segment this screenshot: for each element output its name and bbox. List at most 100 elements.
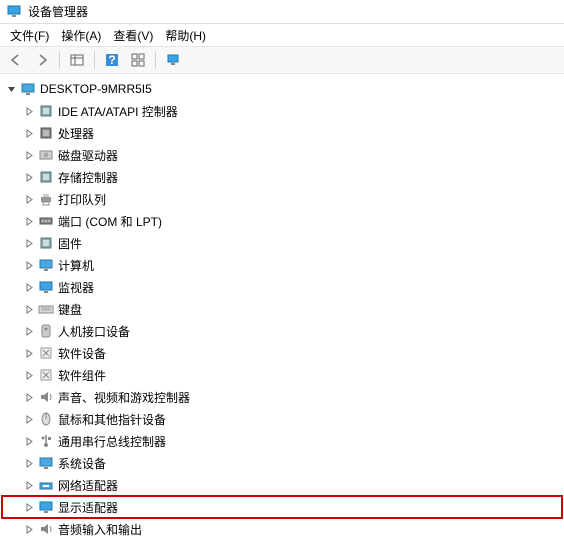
category-label: 人机接口设备	[58, 323, 130, 340]
expand-icon[interactable]	[22, 192, 36, 206]
computer-icon	[20, 81, 36, 97]
port-icon	[38, 213, 54, 229]
separator	[94, 51, 95, 69]
toolbar: ?	[0, 46, 564, 74]
category-network[interactable]: 网络适配器	[2, 474, 562, 496]
category-label: 端口 (COM 和 LPT)	[58, 213, 162, 230]
category-swcomp[interactable]: 软件组件	[2, 364, 562, 386]
monitor-icon	[38, 499, 54, 515]
category-ide[interactable]: IDE ATA/ATAPI 控制器	[2, 100, 562, 122]
mouse-icon	[38, 411, 54, 427]
expand-icon[interactable]	[22, 478, 36, 492]
menu-view[interactable]: 查看(V)	[107, 25, 159, 46]
category-label: 打印队列	[58, 191, 106, 208]
category-label: 监视器	[58, 279, 94, 296]
expand-icon[interactable]	[22, 214, 36, 228]
category-label: 系统设备	[58, 455, 106, 472]
chip-icon	[38, 169, 54, 185]
grid-button[interactable]	[126, 49, 150, 71]
collapse-icon[interactable]	[4, 82, 18, 96]
category-swdev[interactable]: 软件设备	[2, 342, 562, 364]
expand-icon[interactable]	[22, 412, 36, 426]
separator	[155, 51, 156, 69]
expand-icon[interactable]	[22, 170, 36, 184]
svg-text:?: ?	[108, 53, 115, 67]
usb-icon	[38, 433, 54, 449]
expand-icon[interactable]	[22, 346, 36, 360]
category-hid[interactable]: 人机接口设备	[2, 320, 562, 342]
expand-icon[interactable]	[22, 236, 36, 250]
category-audio[interactable]: 音频输入和输出	[2, 518, 562, 540]
category-ports[interactable]: 端口 (COM 和 LPT)	[2, 210, 562, 232]
root-label: DESKTOP-9MRR5I5	[40, 82, 152, 96]
expand-icon[interactable]	[22, 258, 36, 272]
category-firmware[interactable]: 固件	[2, 232, 562, 254]
expand-icon[interactable]	[22, 280, 36, 294]
speaker-icon	[38, 521, 54, 537]
expand-icon[interactable]	[22, 324, 36, 338]
hid-icon	[38, 323, 54, 339]
expand-icon[interactable]	[22, 126, 36, 140]
category-label: 存储控制器	[58, 169, 118, 186]
chip-icon	[38, 103, 54, 119]
expand-icon[interactable]	[22, 148, 36, 162]
category-label: 键盘	[58, 301, 82, 318]
menu-action[interactable]: 操作(A)	[55, 25, 107, 46]
printer-icon	[38, 191, 54, 207]
category-system[interactable]: 系统设备	[2, 452, 562, 474]
category-label: 计算机	[58, 257, 94, 274]
titlebar: 设备管理器	[0, 0, 564, 24]
category-label: 鼠标和其他指针设备	[58, 411, 166, 428]
expand-icon[interactable]	[22, 500, 36, 514]
category-label: 处理器	[58, 125, 94, 142]
expand-icon[interactable]	[22, 390, 36, 404]
category-keyboard[interactable]: 键盘	[2, 298, 562, 320]
category-disk[interactable]: 磁盘驱动器	[2, 144, 562, 166]
category-monitor[interactable]: 监视器	[2, 276, 562, 298]
category-usb[interactable]: 通用串行总线控制器	[2, 430, 562, 452]
category-sound[interactable]: 声音、视频和游戏控制器	[2, 386, 562, 408]
window-title: 设备管理器	[28, 3, 88, 20]
forward-button[interactable]	[30, 49, 54, 71]
category-label: 软件组件	[58, 367, 106, 384]
cpu-icon	[38, 125, 54, 141]
category-cpu[interactable]: 处理器	[2, 122, 562, 144]
menu-file[interactable]: 文件(F)	[4, 25, 55, 46]
category-label: 显示适配器	[58, 499, 118, 516]
back-button[interactable]	[4, 49, 28, 71]
help-button[interactable]: ?	[100, 49, 124, 71]
detail-button[interactable]	[65, 49, 89, 71]
category-label: 声音、视频和游戏控制器	[58, 389, 190, 406]
category-display[interactable]: 显示适配器	[2, 496, 562, 518]
keyboard-icon	[38, 301, 54, 317]
category-storage[interactable]: 存储控制器	[2, 166, 562, 188]
expand-icon[interactable]	[22, 522, 36, 536]
category-label: 固件	[58, 235, 82, 252]
scan-button[interactable]	[161, 49, 185, 71]
category-printq[interactable]: 打印队列	[2, 188, 562, 210]
computer-icon	[38, 455, 54, 471]
soft-icon	[38, 367, 54, 383]
category-label: 通用串行总线控制器	[58, 433, 166, 450]
root-node[interactable]: DESKTOP-9MRR5I5	[2, 78, 562, 100]
network-icon	[38, 477, 54, 493]
expand-icon[interactable]	[22, 104, 36, 118]
disk-icon	[38, 147, 54, 163]
computer-icon	[38, 257, 54, 273]
app-icon	[6, 4, 22, 20]
menu-help[interactable]: 帮助(H)	[159, 25, 212, 46]
category-computer[interactable]: 计算机	[2, 254, 562, 276]
monitor-icon	[38, 279, 54, 295]
category-label: 网络适配器	[58, 477, 118, 494]
expand-icon[interactable]	[22, 302, 36, 316]
soft-icon	[38, 345, 54, 361]
separator	[59, 51, 60, 69]
expand-icon[interactable]	[22, 434, 36, 448]
expand-icon[interactable]	[22, 456, 36, 470]
category-label: 磁盘驱动器	[58, 147, 118, 164]
expand-icon[interactable]	[22, 368, 36, 382]
chip-icon	[38, 235, 54, 251]
category-label: IDE ATA/ATAPI 控制器	[58, 103, 178, 120]
category-mouse[interactable]: 鼠标和其他指针设备	[2, 408, 562, 430]
category-label: 软件设备	[58, 345, 106, 362]
